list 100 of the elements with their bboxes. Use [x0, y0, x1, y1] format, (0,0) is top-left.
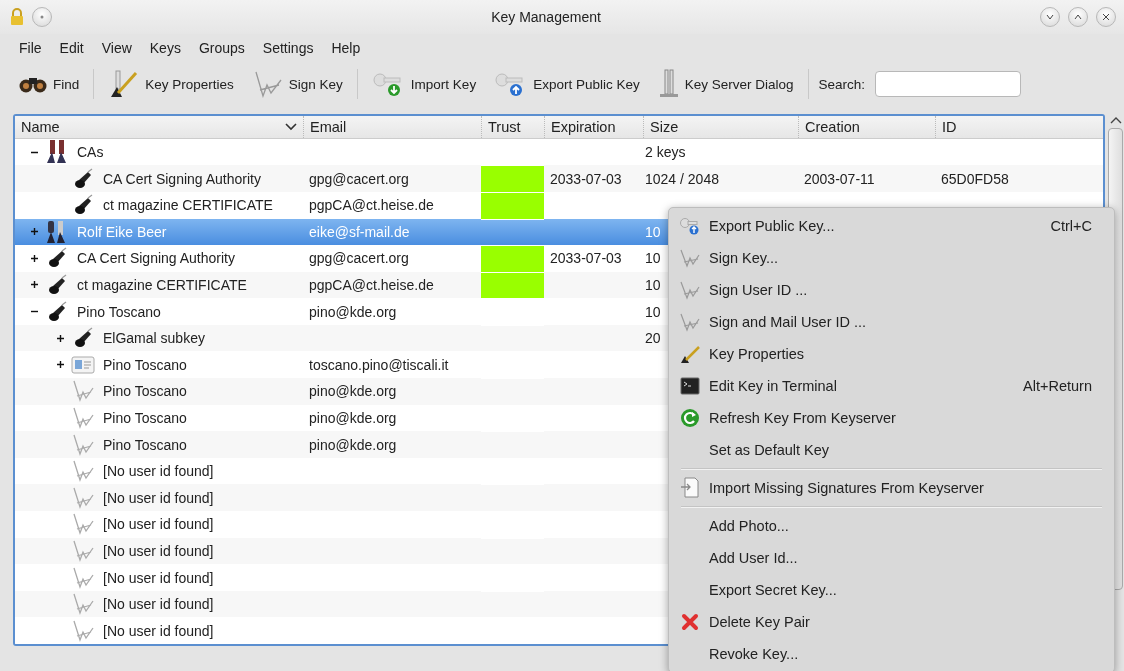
refresh-icon [680, 408, 700, 428]
terminal-icon [680, 377, 700, 395]
creation-text: 2003-07-11 [804, 170, 875, 187]
toolbar-button[interactable]: Find [12, 71, 86, 97]
name-text: ct magazine CERTIFICATE [103, 197, 273, 214]
signature-icon [71, 380, 95, 403]
lock-icon [10, 8, 24, 26]
signature-icon [71, 486, 95, 509]
keys-group-icon [45, 140, 69, 164]
toolbar-button[interactable]: Key Properties [102, 65, 240, 103]
name-text: ElGamal subkey [103, 330, 205, 347]
signature-icon [71, 619, 95, 642]
signature-icon [71, 593, 95, 616]
key-id-text: 65D0FD58 [941, 170, 1009, 187]
email-text: pino@kde.org [309, 383, 397, 400]
column-header[interactable]: ID [935, 116, 1104, 138]
column-header[interactable]: Size [643, 116, 798, 138]
close-button[interactable] [1096, 7, 1116, 27]
name-text: [No user id found] [103, 463, 214, 480]
shortcut-text: Ctrl+C [1050, 218, 1092, 234]
email-text: pgpCA@ct.heise.de [309, 197, 434, 214]
search-label: Search: [818, 76, 866, 92]
email-text: toscano.pino@tiscali.it [309, 356, 449, 373]
column-header[interactable]: Creation [798, 116, 935, 138]
signature-icon [71, 460, 95, 483]
scroll-up-icon[interactable] [1109, 116, 1122, 124]
expand-icon[interactable] [30, 253, 39, 263]
close-icon [1101, 12, 1111, 22]
column-header[interactable]: Expiration [544, 116, 643, 138]
size-text: 10 [645, 303, 661, 320]
signature-icon [679, 312, 701, 332]
menu-item[interactable]: Settings [255, 38, 321, 58]
toolbar-button[interactable]: Export Public Key [488, 67, 646, 101]
toolbar-button[interactable]: Import Key [365, 67, 483, 101]
email-text: eike@sf-mail.de [309, 223, 410, 240]
name-text: Pino Toscano [77, 303, 161, 320]
chevron-down-icon [1045, 12, 1055, 22]
expand-icon[interactable] [56, 333, 65, 343]
size-text: 2 keys [645, 144, 686, 160]
binoculars-icon [18, 75, 48, 93]
name-text: [No user id found] [103, 542, 214, 559]
column-header[interactable]: Trust [481, 116, 544, 138]
menu-item[interactable]: Groups [191, 38, 252, 58]
column-header[interactable]: Email [303, 116, 481, 138]
window-title: Key Management [490, 9, 602, 25]
expiration-text: 2033-07-03 [550, 170, 622, 187]
menu-item[interactable]: Help [324, 38, 368, 58]
signature-icon [679, 248, 701, 268]
name-text: Pino Toscano [103, 436, 187, 453]
name-text: [No user id found] [103, 622, 214, 639]
name-text: CA Cert Signing Authority [77, 250, 235, 267]
signature-icon [71, 513, 95, 536]
name-text: Rolf Eike Beer [77, 223, 167, 240]
email-text: pino@kde.org [309, 409, 397, 426]
toolbar-button[interactable]: Key Server Dialog [651, 65, 800, 103]
expand-icon[interactable] [30, 280, 39, 290]
search-field[interactable] [875, 71, 1022, 97]
document-import-icon [680, 477, 700, 499]
name-text: Pino Toscano [103, 409, 187, 426]
name-text: [No user id found] [103, 489, 214, 506]
email-text: pgpCA@ct.heise.de [309, 277, 434, 293]
signature-icon [71, 406, 95, 429]
key-upload-icon [679, 217, 701, 235]
name-text: [No user id found] [103, 516, 214, 533]
name-text: ct magazine CERTIFICATE [77, 277, 247, 293]
pen-key-icon [679, 344, 701, 364]
toolbar-button[interactable]: Sign Key [245, 66, 349, 102]
name-text: Pino Toscano [103, 356, 187, 373]
dot-icon [40, 15, 44, 19]
signature-icon [71, 566, 95, 589]
email-text: pino@kde.org [309, 436, 397, 453]
size-text: 20 [645, 330, 661, 347]
expiration-text: 2033-07-03 [550, 250, 622, 267]
server-icon [657, 69, 680, 99]
name-text: Pino Toscano [103, 383, 187, 400]
size-text: 10 [645, 277, 661, 293]
name-text: CA Cert Signing Authority [103, 170, 261, 187]
id-card-icon [71, 354, 95, 375]
shortcut-text: Alt+Return [1023, 378, 1092, 394]
column-header[interactable]: Name [15, 116, 303, 138]
signature-icon [71, 539, 95, 562]
name-text: [No user id found] [103, 569, 214, 586]
signature-icon [71, 433, 95, 456]
delete-icon [681, 613, 699, 631]
name-text: [No user id found] [103, 596, 214, 613]
expand-icon[interactable] [56, 360, 65, 370]
name-text: CAs [77, 144, 104, 160]
table-row[interactable]: CA Cert Signing Authority gpg@cacert.org 2033-07-03 1024 / 2048 2003-07-11 65D0FD58 [15, 165, 1104, 192]
email-text: gpg@cacert.org [309, 170, 409, 187]
signature-icon [679, 280, 701, 300]
menu-item[interactable]: Edit [52, 38, 91, 58]
size-text: 10 [645, 250, 661, 267]
email-text: pino@kde.org [309, 303, 397, 320]
menu-item[interactable]: File [12, 38, 49, 58]
size-text: 1024 / 2048 [645, 170, 719, 187]
expand-icon[interactable] [30, 227, 39, 237]
email-text: gpg@cacert.org [309, 250, 409, 267]
menu-item[interactable]: Keys [142, 38, 188, 58]
menu-item[interactable]: View [94, 38, 139, 58]
chevron-up-icon [1073, 12, 1083, 22]
